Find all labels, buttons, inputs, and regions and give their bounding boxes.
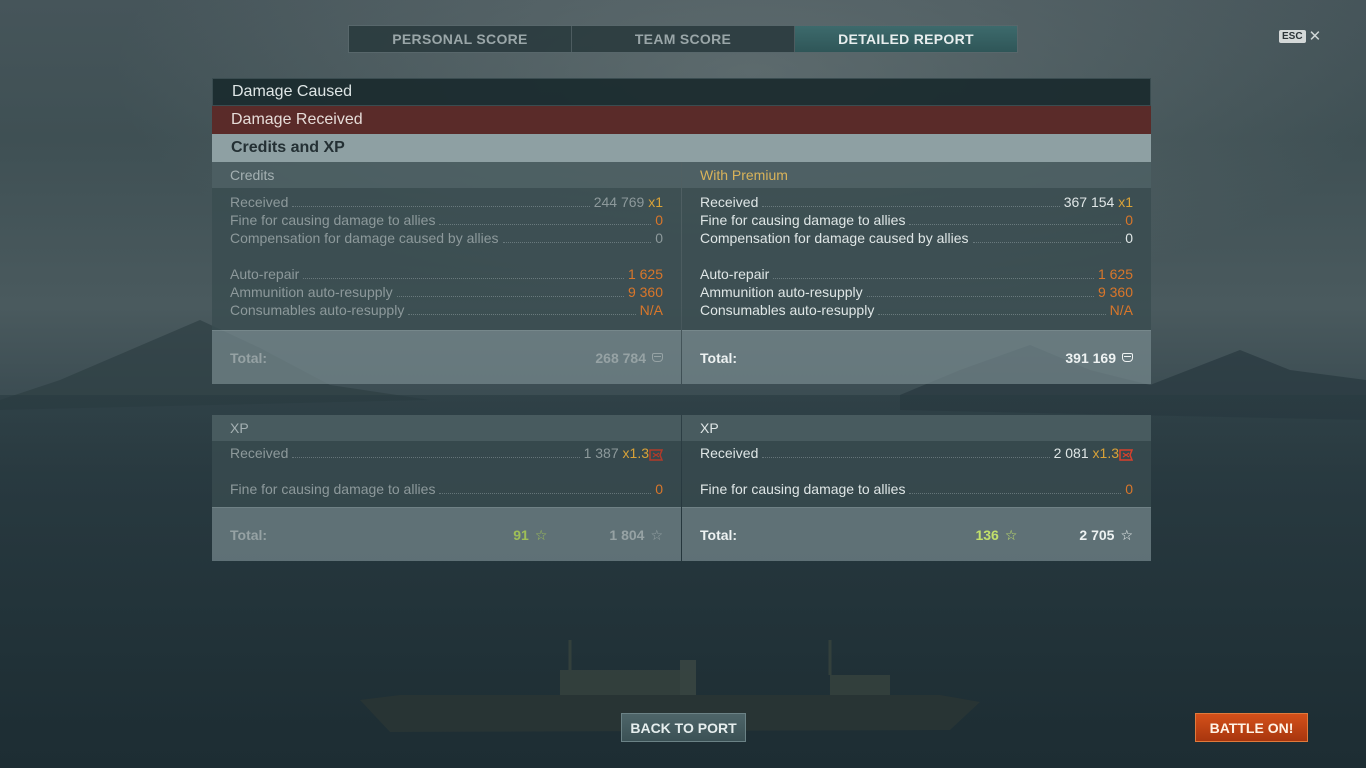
back-to-port-button[interactable]: BACK TO PORT	[621, 713, 746, 742]
free-xp-star-icon: ☆	[534, 526, 548, 543]
total-label: Total:	[700, 349, 738, 366]
close-icon: ✕	[1308, 27, 1322, 45]
credits-fine-value: 0	[655, 212, 663, 228]
section-damage-received[interactable]: Damage Received	[212, 106, 1151, 134]
premium-free-xp-value: 136	[975, 526, 999, 543]
premium-panel-title: With Premium	[682, 162, 1151, 188]
row-label: Fine for causing damage to allies	[230, 481, 436, 497]
xp-panel-body: Received 1 387 x1.3 Fine for causing dam…	[212, 441, 681, 507]
xp-fine-row: Fine for causing damage to allies 0	[230, 479, 663, 497]
row-label: Received	[700, 194, 759, 210]
xp-total-row: Total: 91 ☆ 1 804 ☆	[212, 507, 681, 561]
credits-total-row: Total: 268 784	[212, 330, 681, 384]
premium-xp-panel-title: XP	[682, 415, 1151, 441]
multiplier: x1.3	[622, 445, 649, 461]
credits-compensation-value: 0	[655, 230, 663, 246]
premium-xp-fine-value: 0	[1125, 481, 1133, 497]
free-xp-star-icon: ☆	[1004, 526, 1018, 543]
premium-consumables-row: Consumables auto-resupply N/A	[700, 300, 1133, 318]
credits-compensation-row: Compensation for damage caused by allies…	[230, 228, 663, 246]
premium-received-value: 367 154 x1	[1063, 194, 1133, 210]
row-label: Fine for causing damage to allies	[700, 212, 906, 228]
credits-panel-body: Received 244 769 x1 Fine for causing dam…	[212, 188, 681, 330]
multiplier: x1.3	[1092, 445, 1119, 461]
xp-panel-title: XP	[212, 415, 681, 441]
credits-received-row: Received 244 769 x1	[230, 192, 663, 210]
credits-ammo-row: Ammunition auto-resupply 9 360	[230, 282, 663, 300]
credits-repair-value: 1 625	[627, 266, 663, 282]
multiplier: x1	[1118, 194, 1133, 210]
tab-detailed-report[interactable]: DETAILED REPORT	[795, 26, 1017, 52]
premium-total-row: Total: 391 169	[682, 330, 1151, 384]
credit-icon	[1122, 353, 1133, 362]
credits-received-value: 244 769 x1	[593, 194, 663, 210]
premium-repair-row: Auto-repair 1 625	[700, 264, 1133, 282]
credits-repair-row: Auto-repair 1 625	[230, 264, 663, 282]
xp-fine-value: 0	[655, 481, 663, 497]
tab-team-score[interactable]: TEAM SCORE	[572, 26, 795, 52]
battle-on-button[interactable]: BATTLE ON!	[1195, 713, 1308, 742]
credits-consumables-value: N/A	[639, 302, 663, 318]
close-button[interactable]: ESC ✕	[1279, 27, 1322, 45]
xp-flag-icon	[649, 449, 663, 461]
premium-xp-fine-row: Fine for causing damage to allies 0	[700, 479, 1133, 497]
section-damage-caused[interactable]: Damage Caused	[212, 78, 1151, 106]
total-label: Total:	[700, 526, 738, 543]
xp-star-icon: ☆	[650, 526, 663, 543]
row-label: Received	[230, 445, 289, 461]
row-label: Consumables auto-resupply	[700, 302, 875, 318]
row-label: Ammunition auto-resupply	[700, 284, 863, 300]
credits-panel-title: Credits	[212, 162, 681, 188]
xp-received-row: Received 1 387 x1.3	[230, 443, 663, 461]
row-label: Consumables auto-resupply	[230, 302, 405, 318]
premium-received-row: Received 367 154 x1	[700, 192, 1133, 210]
multiplier: x1	[648, 194, 663, 210]
premium-credits-panel: With Premium Received 367 154 x1 Fine fo…	[682, 162, 1151, 384]
premium-fine-row: Fine for causing damage to allies 0	[700, 210, 1133, 228]
premium-compensation-row: Compensation for damage caused by allies…	[700, 228, 1133, 246]
total-label: Total:	[230, 526, 268, 543]
row-label: Auto-repair	[700, 266, 770, 282]
credits-panel: Credits Received 244 769 x1 Fine for cau…	[212, 162, 681, 384]
xp-total-value: 1 804	[609, 526, 645, 543]
row-label: Received	[700, 445, 759, 461]
credits-total-value: 268 784	[595, 350, 663, 366]
premium-xp-total-row: Total: 136 ☆ 2 705 ☆	[682, 507, 1151, 561]
row-label: Compensation for damage caused by allies	[700, 230, 969, 246]
row-label: Fine for causing damage to allies	[230, 212, 436, 228]
row-label: Compensation for damage caused by allies	[230, 230, 499, 246]
premium-repair-value: 1 625	[1097, 266, 1133, 282]
premium-xp-panel-body: Received 2 081 x1.3 Fine for causing dam…	[682, 441, 1151, 507]
credits-fine-row: Fine for causing damage to allies 0	[230, 210, 663, 228]
esc-key-badge: ESC	[1279, 30, 1306, 43]
premium-xp-received-row: Received 2 081 x1.3	[700, 443, 1133, 461]
section-credits-xp[interactable]: Credits and XP	[212, 134, 1151, 162]
premium-compensation-value: 0	[1125, 230, 1133, 246]
xp-panel: XP Received 1 387 x1.3 Fine for causing …	[212, 415, 681, 561]
row-label: Auto-repair	[230, 266, 300, 282]
xp-star-icon: ☆	[1120, 526, 1133, 543]
premium-total-value: 391 169	[1065, 350, 1133, 366]
premium-xp-total-value: 2 705	[1079, 526, 1115, 543]
row-label: Fine for causing damage to allies	[700, 481, 906, 497]
xp-flag-icon	[1119, 449, 1133, 461]
row-label: Ammunition auto-resupply	[230, 284, 393, 300]
premium-consumables-value: N/A	[1109, 302, 1133, 318]
report-tabs: PERSONAL SCORE TEAM SCORE DETAILED REPOR…	[348, 25, 1018, 53]
credit-icon	[652, 353, 663, 362]
total-label: Total:	[230, 349, 268, 366]
free-xp-value: 91	[513, 526, 529, 543]
credits-ammo-value: 9 360	[627, 284, 663, 300]
premium-ammo-row: Ammunition auto-resupply 9 360	[700, 282, 1133, 300]
premium-panel-body: Received 367 154 x1 Fine for causing dam…	[682, 188, 1151, 330]
premium-xp-panel: XP Received 2 081 x1.3 Fine for causing …	[682, 415, 1151, 561]
tab-personal-score[interactable]: PERSONAL SCORE	[349, 26, 572, 52]
premium-xp-received-value: 2 081 x1.3	[1053, 445, 1119, 461]
xp-received-value: 1 387 x1.3	[583, 445, 649, 461]
premium-fine-value: 0	[1125, 212, 1133, 228]
credits-consumables-row: Consumables auto-resupply N/A	[230, 300, 663, 318]
premium-ammo-value: 9 360	[1097, 284, 1133, 300]
row-label: Received	[230, 194, 289, 210]
